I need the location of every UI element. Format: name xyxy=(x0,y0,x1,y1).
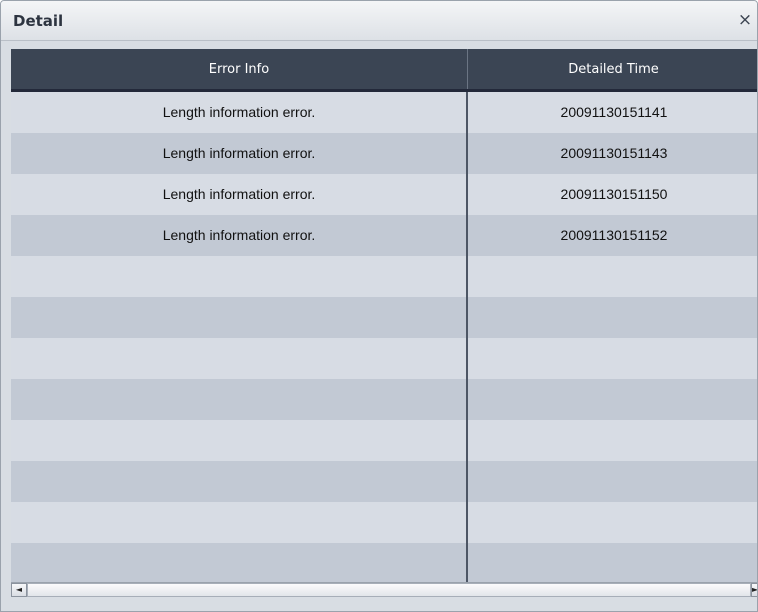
table-row[interactable]: Length information error. 20091130151150 xyxy=(11,174,757,215)
table-row[interactable] xyxy=(11,297,757,338)
error-info-cell: Length information error. xyxy=(162,145,316,161)
window-footer xyxy=(1,597,757,611)
error-info-cell xyxy=(11,297,467,338)
table-row[interactable]: Length information error. 20091130151152 xyxy=(11,215,757,256)
error-info-cell xyxy=(11,543,467,582)
scroll-right-button[interactable]: ► xyxy=(751,583,758,597)
detailed-time-cell xyxy=(469,420,757,461)
error-info-cell xyxy=(11,420,467,461)
error-info-cell xyxy=(11,338,467,379)
table-row[interactable] xyxy=(11,420,757,461)
scroll-left-button[interactable]: ◄ xyxy=(11,583,27,597)
detailed-time-cell: 20091130151152 xyxy=(560,227,668,243)
detailed-time-cell xyxy=(469,502,757,543)
error-info-cell xyxy=(11,256,467,297)
detailed-time-cell: 20091130151143 xyxy=(560,145,668,161)
right-arrow-icon: ► xyxy=(752,585,758,594)
detailed-time-cell xyxy=(469,297,757,338)
error-info-cell: Length information error. xyxy=(162,227,316,243)
detailed-time-cell: 20091130151150 xyxy=(560,186,668,202)
detailed-time-cell xyxy=(469,543,757,582)
horizontal-scrollbar[interactable]: ◄ ► xyxy=(11,582,758,597)
column-header-error-info[interactable]: Error Info xyxy=(11,49,467,89)
error-info-cell: Length information error. xyxy=(162,104,316,120)
error-info-cell: Length information error. xyxy=(162,186,316,202)
table-body: Length information error. 20091130151141… xyxy=(11,92,757,582)
detailed-time-cell: 20091130151141 xyxy=(560,104,668,120)
error-info-cell xyxy=(11,502,467,543)
detailed-time-cell xyxy=(469,379,757,420)
table-row[interactable] xyxy=(11,338,757,379)
table-header: Error Info Detailed Time xyxy=(11,49,757,92)
error-info-cell xyxy=(11,461,467,502)
table-row[interactable] xyxy=(11,379,757,420)
detailed-time-cell xyxy=(469,256,757,297)
column-divider xyxy=(466,92,468,582)
error-table: Error Info Detailed Time Length informat… xyxy=(11,49,757,582)
error-info-cell xyxy=(11,379,467,420)
table-row[interactable] xyxy=(11,543,757,582)
window-title: Detail xyxy=(13,12,64,30)
detailed-time-cell xyxy=(469,461,757,502)
title-bar: Detail × xyxy=(1,1,757,41)
column-header-detailed-time[interactable]: Detailed Time xyxy=(468,49,757,89)
close-button[interactable]: × xyxy=(735,10,755,30)
table-row[interactable]: Length information error. 20091130151141 xyxy=(11,92,757,133)
table-row[interactable]: Length information error. 20091130151143 xyxy=(11,133,757,174)
detail-window: Detail × Error Info Detailed Time Length… xyxy=(0,0,758,612)
scrollbar-thumb[interactable] xyxy=(27,583,751,597)
table-row[interactable] xyxy=(11,502,757,543)
table-row[interactable] xyxy=(11,461,757,502)
detailed-time-cell xyxy=(469,338,757,379)
table-row[interactable] xyxy=(11,256,757,297)
left-arrow-icon: ◄ xyxy=(15,585,23,594)
